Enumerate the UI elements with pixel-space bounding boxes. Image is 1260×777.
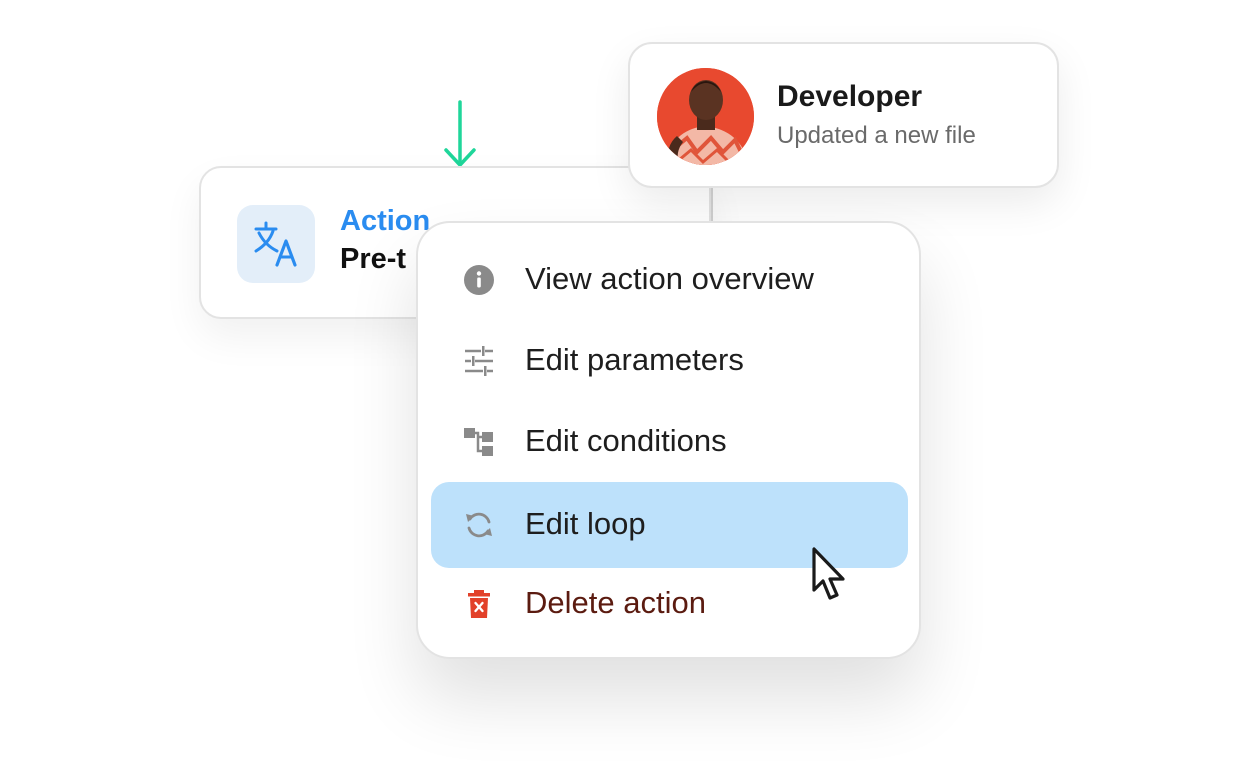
action-type-label: Action: [340, 205, 431, 237]
user-avatar-image: [657, 68, 754, 165]
menu-item-label: View action overview: [525, 261, 814, 296]
sliders-icon: [465, 346, 493, 376]
action-icon-container: [237, 205, 315, 283]
menu-item-edit-conditions[interactable]: Edit conditions: [431, 399, 908, 485]
developer-status: Updated a new file: [777, 122, 976, 149]
translate-icon: [254, 221, 297, 267]
action-name: Pre-t: [340, 243, 407, 275]
menu-item-edit-parameters[interactable]: Edit parameters: [431, 318, 908, 404]
mouse-pointer-icon: [812, 547, 845, 600]
workflow-connector-line: [711, 186, 713, 226]
arrow-down-icon: [444, 100, 476, 167]
loop-icon: [466, 512, 492, 538]
menu-item-label: Edit loop: [525, 506, 646, 541]
branch-icon: [464, 428, 493, 456]
developer-name: Developer: [777, 80, 923, 113]
avatar: [657, 68, 754, 165]
menu-item-view-action-overview[interactable]: View action overview: [431, 237, 908, 323]
info-icon: [464, 265, 494, 295]
canvas: Action Pre-t Developer Updated a new fil…: [0, 0, 1260, 777]
menu-item-label: Delete action: [525, 585, 706, 620]
developer-activity-card: Developer Updated a new file: [628, 42, 1059, 188]
menu-item-label: Edit conditions: [525, 423, 727, 458]
trash-icon: [468, 590, 490, 618]
menu-item-label: Edit parameters: [525, 342, 744, 377]
